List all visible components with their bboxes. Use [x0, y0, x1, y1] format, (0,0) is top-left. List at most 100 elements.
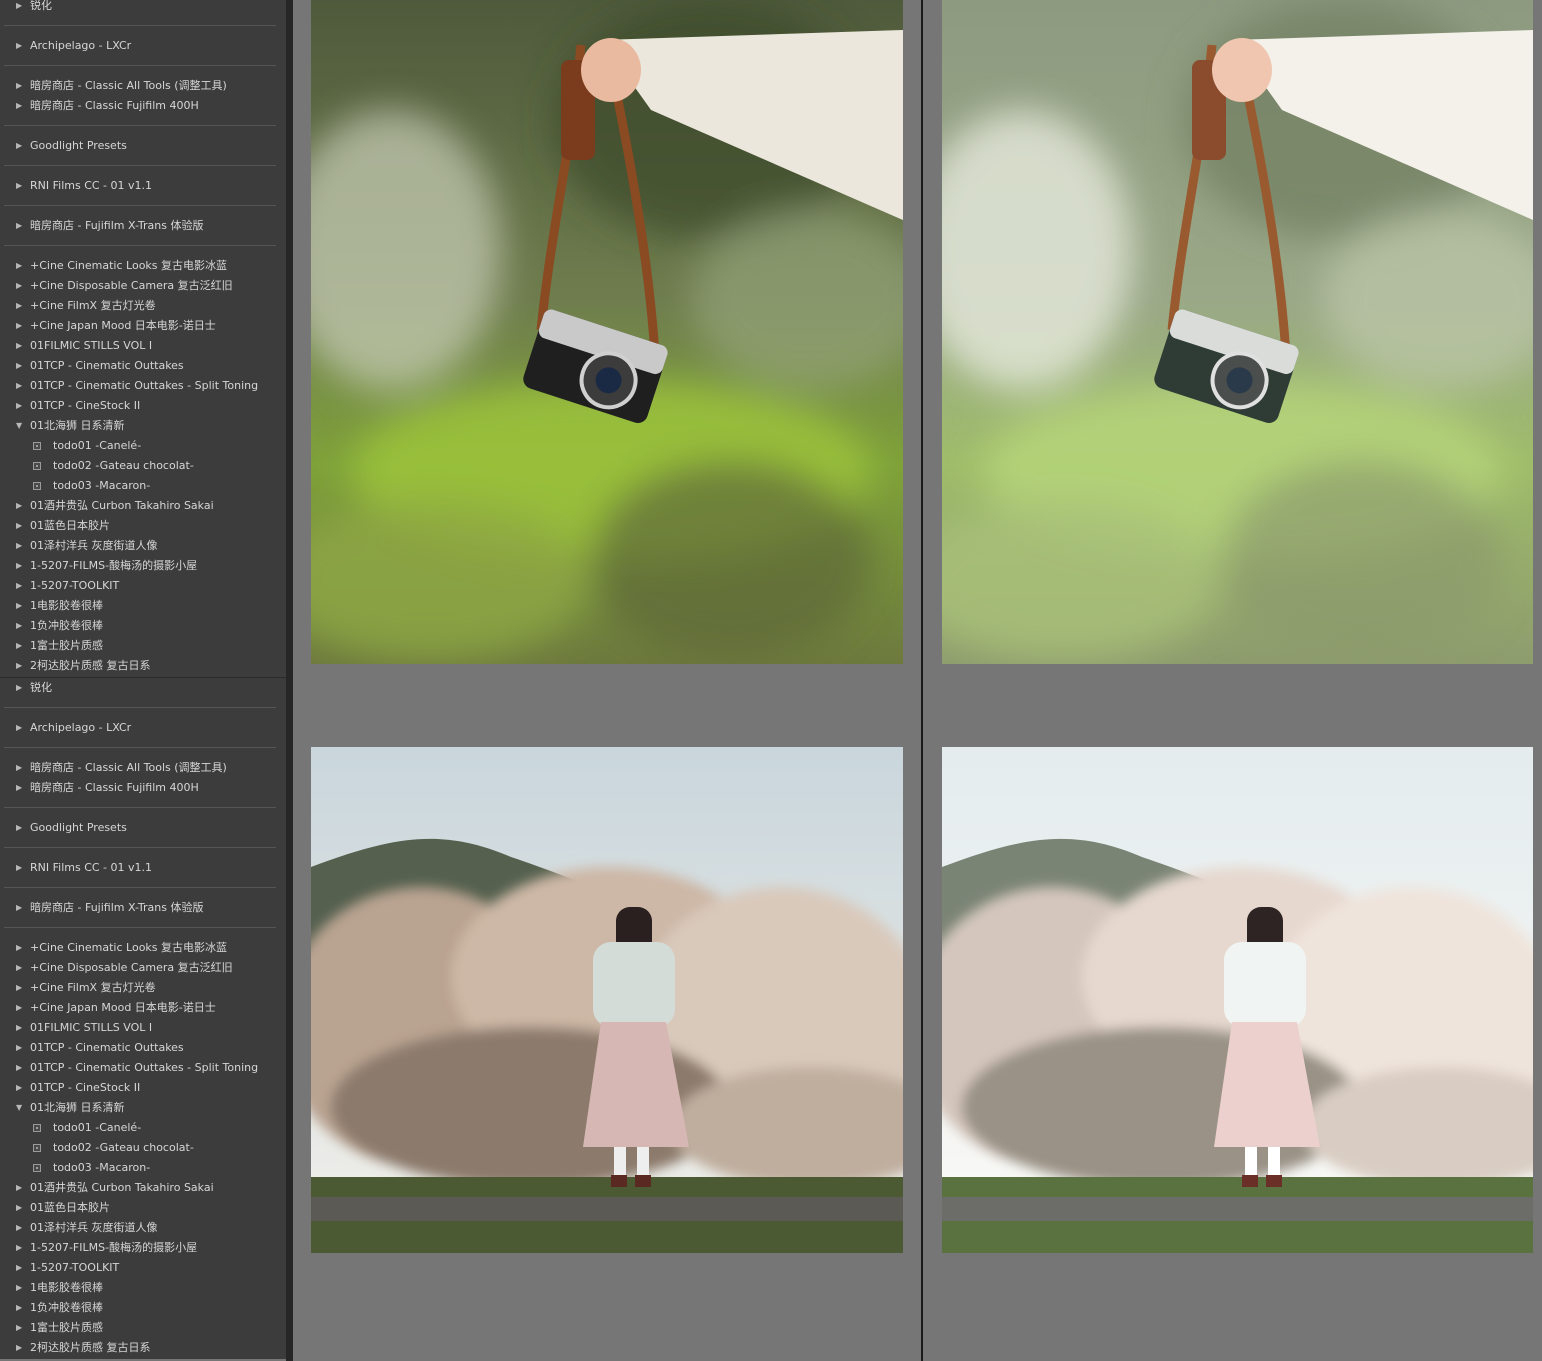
- preset-item[interactable]: todo01 -Canelé-: [0, 436, 286, 456]
- preset-item[interactable]: todo03 -Macaron-: [0, 1158, 286, 1178]
- disclosure-collapsed-icon[interactable]: ▶: [16, 176, 22, 196]
- preset-folder[interactable]: ▶ Archipelago - LXCr: [0, 718, 286, 738]
- preset-folder[interactable]: ▶ +Cine Japan Mood 日本电影-诺日士: [0, 998, 286, 1018]
- preset-folder[interactable]: ▶ 1-5207-TOOLKIT: [0, 1258, 286, 1278]
- preset-folder[interactable]: ▶ 01FILMIC STILLS VOL I: [0, 1018, 286, 1038]
- disclosure-collapsed-icon[interactable]: ▶: [16, 536, 22, 556]
- preset-folder[interactable]: ▶ 01蓝色日本胶片: [0, 1198, 286, 1218]
- disclosure-collapsed-icon[interactable]: ▶: [16, 136, 22, 156]
- disclosure-collapsed-icon[interactable]: ▶: [16, 76, 22, 96]
- disclosure-collapsed-icon[interactable]: ▶: [16, 1258, 22, 1278]
- disclosure-collapsed-icon[interactable]: ▶: [16, 1038, 22, 1058]
- preset-item[interactable]: todo03 -Macaron-: [0, 476, 286, 496]
- disclosure-collapsed-icon[interactable]: ▶: [16, 1078, 22, 1098]
- preset-folder[interactable]: ▶ 01TCP - CineStock II: [0, 396, 286, 416]
- disclosure-collapsed-icon[interactable]: ▶: [16, 1058, 22, 1078]
- preset-item[interactable]: todo01 -Canelé-: [0, 1118, 286, 1138]
- preset-folder[interactable]: ▶ 1-5207-FILMS-酸梅汤的摄影小屋: [0, 556, 286, 576]
- preset-folder[interactable]: ▶ 01蓝色日本胶片: [0, 516, 286, 536]
- preset-folder[interactable]: ▼ 01北海狮 日系清新: [0, 416, 286, 436]
- photo-blossom-before[interactable]: [311, 747, 903, 1253]
- disclosure-collapsed-icon[interactable]: ▶: [16, 396, 22, 416]
- preset-folder[interactable]: ▶ +Cine Cinematic Looks 复古电影冰蓝: [0, 256, 286, 276]
- disclosure-collapsed-icon[interactable]: ▶: [16, 356, 22, 376]
- disclosure-collapsed-icon[interactable]: ▶: [16, 718, 22, 738]
- disclosure-collapsed-icon[interactable]: ▶: [16, 516, 22, 536]
- disclosure-collapsed-icon[interactable]: ▶: [16, 596, 22, 616]
- preset-folder[interactable]: ▶ 暗房商店 - Fujifilm X-Trans 体验版: [0, 898, 286, 918]
- preset-folder[interactable]: ▼ 01北海狮 日系清新: [0, 1098, 286, 1118]
- preset-folder[interactable]: ▶ 暗房商店 - Classic All Tools (调整工具): [0, 76, 286, 96]
- preset-folder[interactable]: ▶ 01TCP - Cinematic Outtakes: [0, 1038, 286, 1058]
- preset-folder[interactable]: ▶ 锐化: [0, 0, 286, 16]
- preset-folder[interactable]: ▶ 1-5207-TOOLKIT: [0, 576, 286, 596]
- disclosure-collapsed-icon[interactable]: ▶: [16, 376, 22, 396]
- preset-folder[interactable]: ▶ 01TCP - Cinematic Outtakes - Split Toni…: [0, 376, 286, 396]
- preset-folder[interactable]: ▶ RNI Films CC - 01 v1.1: [0, 858, 286, 878]
- disclosure-collapsed-icon[interactable]: ▶: [16, 636, 22, 656]
- disclosure-collapsed-icon[interactable]: ▶: [16, 938, 22, 958]
- preset-item[interactable]: todo02 -Gateau chocolat-: [0, 1138, 286, 1158]
- preset-folder[interactable]: ▶ 2柯达胶片质感 复古日系: [0, 656, 286, 676]
- preset-folder[interactable]: ▶ 01TCP - Cinematic Outtakes: [0, 356, 286, 376]
- disclosure-collapsed-icon[interactable]: ▶: [16, 1278, 22, 1298]
- preset-folder[interactable]: ▶ 01酒井贵弘 Curbon Takahiro Sakai: [0, 1178, 286, 1198]
- preset-folder[interactable]: ▶ RNI Films CC - 01 v1.1: [0, 176, 286, 196]
- disclosure-collapsed-icon[interactable]: ▶: [16, 576, 22, 596]
- disclosure-collapsed-icon[interactable]: ▶: [16, 496, 22, 516]
- preset-folder[interactable]: ▶ 1负冲胶卷很棒: [0, 1298, 286, 1318]
- preset-folder[interactable]: ▶ 1负冲胶卷很棒: [0, 616, 286, 636]
- photo-camera-before[interactable]: [311, 0, 903, 664]
- disclosure-expanded-icon[interactable]: ▼: [16, 416, 22, 436]
- preset-folder[interactable]: ▶ 暗房商店 - Fujifilm X-Trans 体验版: [0, 216, 286, 236]
- disclosure-collapsed-icon[interactable]: ▶: [16, 656, 22, 676]
- preset-folder[interactable]: ▶ Goodlight Presets: [0, 136, 286, 156]
- disclosure-collapsed-icon[interactable]: ▶: [16, 898, 22, 918]
- preset-folder[interactable]: ▶ 1富士胶片质感: [0, 1318, 286, 1338]
- preset-folder[interactable]: ▶ 1富士胶片质感: [0, 636, 286, 656]
- disclosure-collapsed-icon[interactable]: ▶: [16, 1298, 22, 1318]
- disclosure-collapsed-icon[interactable]: ▶: [16, 1178, 22, 1198]
- disclosure-collapsed-icon[interactable]: ▶: [16, 1218, 22, 1238]
- preset-folder[interactable]: ▶ +Cine Disposable Camera 复古泛红旧: [0, 958, 286, 978]
- photo-camera-after[interactable]: [942, 0, 1533, 664]
- disclosure-collapsed-icon[interactable]: ▶: [16, 758, 22, 778]
- preset-folder[interactable]: ▶ 01FILMIC STILLS VOL I: [0, 336, 286, 356]
- preset-folder[interactable]: ▶ 2柯达胶片质感 复古日系: [0, 1338, 286, 1358]
- preset-folder[interactable]: ▶ +Cine Japan Mood 日本电影-诺日士: [0, 316, 286, 336]
- preset-folder[interactable]: ▶ 锐化: [0, 678, 286, 698]
- disclosure-collapsed-icon[interactable]: ▶: [16, 296, 22, 316]
- disclosure-collapsed-icon[interactable]: ▶: [16, 556, 22, 576]
- disclosure-collapsed-icon[interactable]: ▶: [16, 998, 22, 1018]
- preset-folder[interactable]: ▶ 暗房商店 - Classic Fujifilm 400H: [0, 778, 286, 798]
- disclosure-collapsed-icon[interactable]: ▶: [16, 336, 22, 356]
- disclosure-collapsed-icon[interactable]: ▶: [16, 276, 22, 296]
- preset-folder[interactable]: ▶ Archipelago - LXCr: [0, 36, 286, 56]
- disclosure-collapsed-icon[interactable]: ▶: [16, 978, 22, 998]
- disclosure-collapsed-icon[interactable]: ▶: [16, 858, 22, 878]
- preset-folder[interactable]: ▶ 01泽村洋兵 灰度街道人像: [0, 1218, 286, 1238]
- preset-folder[interactable]: ▶ Goodlight Presets: [0, 818, 286, 838]
- preset-folder[interactable]: ▶ +Cine Cinematic Looks 复古电影冰蓝: [0, 938, 286, 958]
- disclosure-collapsed-icon[interactable]: ▶: [16, 1238, 22, 1258]
- disclosure-collapsed-icon[interactable]: ▶: [16, 958, 22, 978]
- preset-folder[interactable]: ▶ 01酒井贵弘 Curbon Takahiro Sakai: [0, 496, 286, 516]
- disclosure-collapsed-icon[interactable]: ▶: [16, 678, 22, 698]
- disclosure-collapsed-icon[interactable]: ▶: [16, 316, 22, 336]
- preset-folder[interactable]: ▶ +Cine FilmX 复古灯光卷: [0, 978, 286, 998]
- preset-folder[interactable]: ▶ 暗房商店 - Classic All Tools (调整工具): [0, 758, 286, 778]
- disclosure-collapsed-icon[interactable]: ▶: [16, 96, 22, 116]
- disclosure-collapsed-icon[interactable]: ▶: [16, 1318, 22, 1338]
- disclosure-collapsed-icon[interactable]: ▶: [16, 0, 22, 16]
- disclosure-collapsed-icon[interactable]: ▶: [16, 256, 22, 276]
- disclosure-collapsed-icon[interactable]: ▶: [16, 1338, 22, 1358]
- disclosure-collapsed-icon[interactable]: ▶: [16, 1198, 22, 1218]
- preset-folder[interactable]: ▶ 暗房商店 - Classic Fujifilm 400H: [0, 96, 286, 116]
- preset-folder[interactable]: ▶ +Cine FilmX 复古灯光卷: [0, 296, 286, 316]
- preset-folder[interactable]: ▶ 1电影胶卷很棒: [0, 596, 286, 616]
- preset-folder[interactable]: ▶ 1-5207-FILMS-酸梅汤的摄影小屋: [0, 1238, 286, 1258]
- disclosure-collapsed-icon[interactable]: ▶: [16, 1018, 22, 1038]
- preset-folder[interactable]: ▶ 01TCP - Cinematic Outtakes - Split Toni…: [0, 1058, 286, 1078]
- disclosure-collapsed-icon[interactable]: ▶: [16, 36, 22, 56]
- preset-folder[interactable]: ▶ 01TCP - CineStock II: [0, 1078, 286, 1098]
